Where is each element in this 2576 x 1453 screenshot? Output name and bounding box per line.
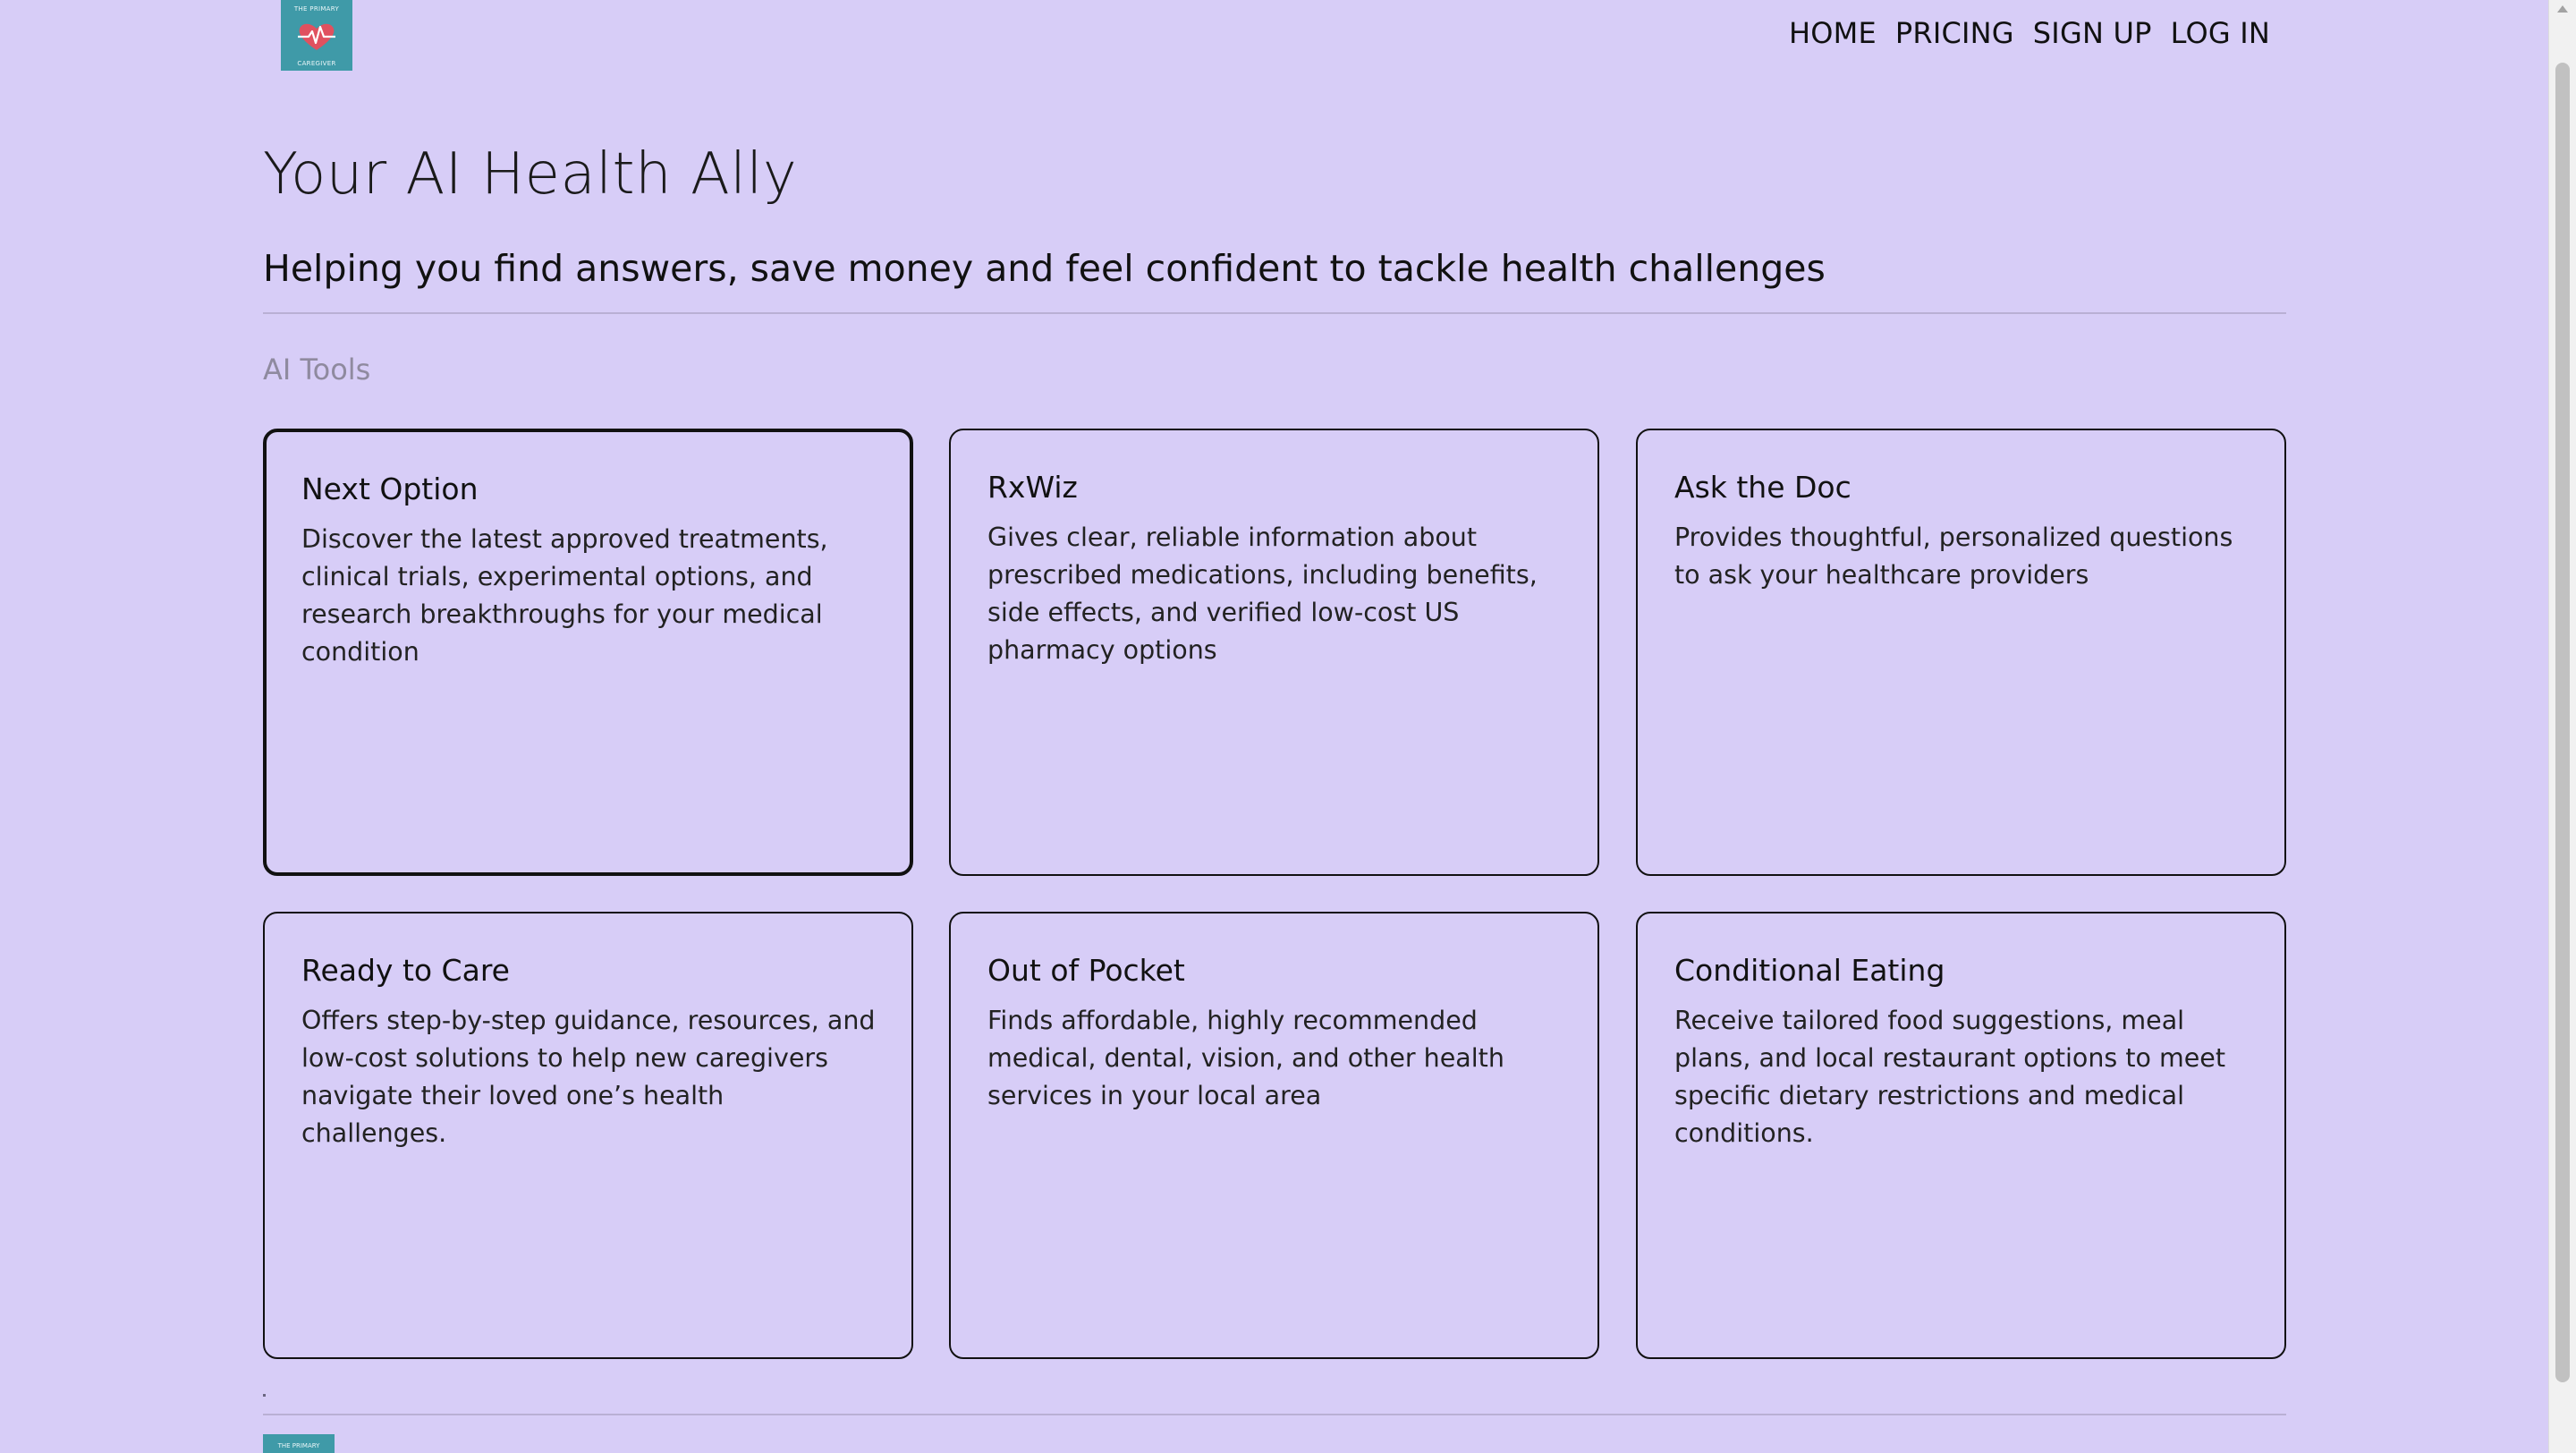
footer-logo-text: THE PRIMARY — [277, 1442, 320, 1449]
card-description: Provides thoughtful, personalized questi… — [1674, 523, 2233, 590]
logo-bottom-text: CAREGIVER — [297, 60, 336, 67]
page-subtitle: Helping you find answers, save money and… — [263, 247, 1826, 290]
card-title: Ask the Doc — [1674, 470, 1852, 505]
tool-card-rxwiz[interactable]: RxWiz Gives clear, reliable information … — [949, 429, 1599, 876]
tool-card-ready-to-care[interactable]: Ready to Care Offers step-by-step guidan… — [263, 912, 913, 1359]
brand-logo[interactable]: THE PRIMARY CAREGIVER — [281, 0, 352, 71]
card-description: Gives clear, reliable information about … — [987, 523, 1538, 665]
card-title: Conditional Eating — [1674, 953, 1945, 988]
card-title: Out of Pocket — [987, 953, 1185, 988]
footer-dot — [263, 1394, 266, 1397]
card-description: Finds affordable, highly recommended med… — [987, 1006, 1504, 1110]
heart-pulse-icon — [298, 23, 335, 50]
page: THE PRIMARY CAREGIVER HOME PRICING SIGN … — [0, 0, 2576, 1453]
card-title: Ready to Care — [301, 953, 510, 988]
tool-card-ask-the-doc[interactable]: Ask the Doc Provides thoughtful, persona… — [1636, 429, 2286, 876]
tool-card-conditional-eating[interactable]: Conditional Eating Receive tailored food… — [1636, 912, 2286, 1359]
nav-home-link[interactable]: HOME — [1789, 16, 1877, 50]
tool-card-out-of-pocket[interactable]: Out of Pocket Finds affordable, highly r… — [949, 912, 1599, 1359]
nav-pricing-link[interactable]: PRICING — [1895, 16, 2014, 50]
tool-card-next-option[interactable]: Next Option Discover the latest approved… — [263, 429, 913, 876]
nav-signup-link[interactable]: SIGN UP — [2033, 16, 2152, 50]
footer-divider — [263, 1414, 2286, 1415]
footer-logo[interactable]: THE PRIMARY — [263, 1434, 335, 1453]
vertical-scrollbar[interactable] — [2548, 0, 2576, 1453]
scroll-up-arrow-icon[interactable] — [2557, 5, 2568, 13]
card-description: Receive tailored food suggestions, meal … — [1674, 1006, 2226, 1148]
card-title: Next Option — [301, 472, 479, 506]
hero-divider — [263, 312, 2286, 314]
scroll-thumb[interactable] — [2555, 63, 2570, 1382]
nav-login-link[interactable]: LOG IN — [2171, 16, 2270, 50]
logo-top-text: THE PRIMARY — [293, 5, 340, 13]
card-description: Discover the latest approved treatments,… — [301, 524, 828, 667]
main-nav: HOME PRICING SIGN UP LOG IN — [1789, 16, 2270, 50]
section-label: AI Tools — [263, 353, 371, 387]
page-title: Your AI Health Ally — [263, 141, 798, 208]
card-description: Offers step-by-step guidance, resources,… — [301, 1006, 876, 1148]
card-title: RxWiz — [987, 470, 1078, 505]
